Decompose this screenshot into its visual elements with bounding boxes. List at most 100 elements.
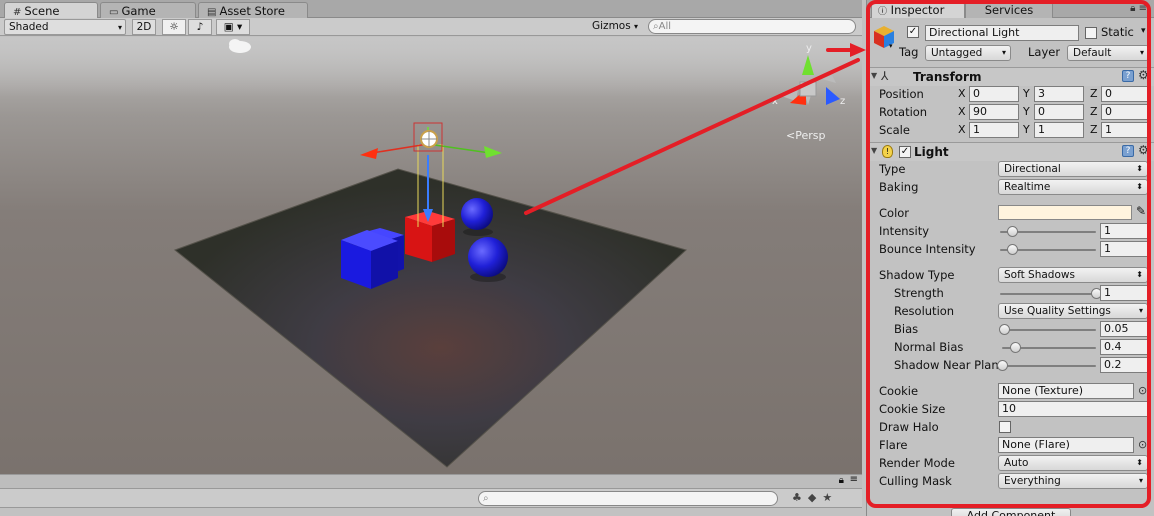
static-checkbox[interactable] — [1085, 27, 1097, 39]
culling-mask-dropdown[interactable]: Everything ▾ — [998, 473, 1148, 489]
help-icon[interactable]: ? — [1122, 70, 1134, 82]
z-value-field[interactable]: 0 — [1101, 86, 1151, 102]
normal-bias-field[interactable]: 0.4 — [1100, 339, 1150, 355]
type-dropdown[interactable]: Directional ⬍ — [998, 161, 1148, 177]
blue-cube-front[interactable] — [341, 230, 398, 289]
transform-header[interactable]: ▼ ⅄ Transform ? ⚙ — [867, 67, 1154, 86]
static-dropdown-arrow-icon[interactable]: ▾ — [1141, 26, 1146, 36]
effects-dropdown[interactable]: ▣ ▾ — [216, 19, 250, 35]
near-plane-slider-track[interactable] — [1002, 365, 1096, 367]
baking-dropdown[interactable]: Realtime ⬍ — [998, 179, 1148, 195]
icon-dropdown-arrow[interactable]: ▾ — [889, 42, 893, 50]
object-active-checkbox[interactable]: ✓ — [907, 26, 919, 38]
scene-search-input[interactable]: ⌕All — [648, 19, 856, 34]
z-value-field[interactable]: 0 — [1101, 104, 1151, 120]
dropdown-arrow-icon: ▾ — [117, 23, 122, 32]
x-value-field[interactable]: 90 — [969, 104, 1019, 120]
2d-toggle-button[interactable]: 2D — [132, 19, 156, 35]
favorite-icon[interactable]: ★ — [822, 491, 838, 504]
light-enabled-checkbox[interactable]: ✓ — [899, 146, 911, 158]
x-value-field[interactable]: 1 — [969, 122, 1019, 138]
object-picker-icon[interactable]: ⊙ — [1138, 384, 1147, 397]
cookie-size-field[interactable]: 10 — [998, 401, 1150, 417]
bias-slider-track[interactable] — [1002, 329, 1096, 331]
axis-z-label: Z — [1090, 105, 1098, 118]
cookie-field[interactable]: None (Texture) — [998, 383, 1134, 399]
tag-dropdown[interactable]: Untagged ▾ — [925, 45, 1011, 61]
lock-icon[interactable]: 🔒︎ — [839, 475, 844, 486]
x-value-field[interactable]: 0 — [969, 86, 1019, 102]
gizmos-dropdown[interactable]: Gizmos ▾ — [588, 19, 644, 35]
gear-icon[interactable]: ⚙ — [1138, 68, 1149, 82]
strength-slider-track[interactable] — [1000, 293, 1096, 295]
orientation-gizmo[interactable]: y x z — [772, 43, 845, 107]
light-header[interactable]: ▼ ! ✓ Light ? ⚙ — [867, 142, 1154, 161]
filter-label-icon[interactable]: ◆ — [808, 491, 822, 504]
z-value-field[interactable]: 1 — [1101, 122, 1151, 138]
menu-icon[interactable]: ≡ — [850, 474, 858, 485]
help-icon[interactable]: ? — [1122, 145, 1134, 157]
flare-field[interactable]: None (Flare) — [998, 437, 1134, 453]
lock-icon[interactable]: 🔒︎ ≡ — [1130, 3, 1147, 14]
resolution-dropdown[interactable]: Use Quality Settings ▾ — [998, 303, 1148, 319]
bias-field[interactable]: 0.05 — [1100, 321, 1150, 337]
shadow-near-plane-label: Shadow Near Plane — [894, 358, 998, 372]
dropdown-arrow-icon: ▾ — [1001, 48, 1006, 57]
transform-title: Transform — [913, 70, 982, 84]
tab-inspector[interactable]: ⓘ Inspector — [871, 2, 965, 18]
normal-bias-slider-knob[interactable] — [1009, 342, 1021, 353]
blue-sphere-back[interactable] — [461, 198, 493, 230]
dropdown-arrow-icon: ⬍ — [1136, 164, 1143, 173]
inspector-tabbar: ⓘ Inspector Services 🔒︎ ≡ — [867, 0, 1154, 18]
tab-asset-store[interactable]: ▤ Asset Store — [198, 2, 308, 18]
lighting-toggle-button[interactable]: ☼ — [162, 19, 186, 35]
axis-label-y: y — [806, 43, 812, 54]
object-picker-icon[interactable]: ⊙ — [1138, 438, 1147, 451]
bounce-intensity-row: Bounce Intensity 1 — [867, 241, 1154, 259]
bounce-intensity-field[interactable]: 1 — [1100, 241, 1150, 257]
flare-label: Flare — [879, 438, 908, 452]
y-value-field[interactable]: 3 — [1034, 86, 1084, 102]
game-icon: ▭ — [109, 7, 119, 18]
gameobject-cube-icon — [874, 26, 894, 48]
render-mode-dropdown[interactable]: Auto ⬍ — [998, 455, 1148, 471]
audio-toggle-button[interactable]: ♪ — [188, 19, 212, 35]
project-filter-icons[interactable]: ♣◆★ — [792, 491, 838, 504]
color-swatch[interactable] — [998, 205, 1132, 220]
tab-game[interactable]: ▭ Game — [100, 2, 196, 18]
add-component-button[interactable]: Add Component — [951, 508, 1071, 516]
perspective-label[interactable]: <Persp — [786, 129, 825, 142]
dropdown-arrow-icon: ▾ — [1138, 306, 1143, 315]
culling-mask-row: Culling Mask Everything ▾ — [867, 473, 1154, 491]
y-value-field[interactable]: 0 — [1034, 104, 1084, 120]
object-name-field[interactable]: Directional Light — [925, 25, 1079, 41]
filter-type-icon[interactable]: ♣ — [792, 491, 808, 504]
grid-icon: # — [13, 7, 22, 18]
tab-services[interactable]: Services — [965, 2, 1053, 18]
layer-dropdown[interactable]: Default ▾ — [1067, 45, 1149, 61]
axis-z-label: Z — [1090, 87, 1098, 100]
red-cube[interactable] — [405, 211, 455, 262]
project-search-input[interactable]: ⌕ — [478, 491, 778, 506]
bounce-slider-knob[interactable] — [1007, 244, 1018, 255]
y-value-field[interactable]: 1 — [1034, 122, 1084, 138]
eyedropper-icon[interactable]: ✎ — [1136, 204, 1146, 218]
tab-scene[interactable]: # Scene — [4, 2, 98, 18]
bias-slider-knob[interactable] — [999, 324, 1011, 335]
intensity-slider-knob[interactable] — [1007, 226, 1018, 237]
blue-sphere-front[interactable] — [468, 237, 508, 277]
dropdown-arrow-icon: ⬍ — [1136, 458, 1143, 467]
scene-viewport[interactable]: y x z <Persp — [0, 37, 862, 474]
foldout-arrow-icon[interactable]: ▼ — [871, 146, 877, 155]
draw-halo-checkbox[interactable] — [999, 421, 1011, 433]
axis-x-label: X — [958, 123, 966, 136]
near-plane-field[interactable]: 0.2 — [1100, 357, 1150, 373]
near-plane-slider-knob[interactable] — [997, 360, 1008, 371]
shadow-type-dropdown[interactable]: Soft Shadows ⬍ — [998, 267, 1148, 283]
gear-icon[interactable]: ⚙ — [1138, 143, 1149, 157]
shading-mode-dropdown[interactable]: Shaded ▾ — [4, 19, 126, 35]
foldout-arrow-icon[interactable]: ▼ — [871, 71, 877, 80]
strength-field[interactable]: 1 — [1100, 285, 1150, 301]
intensity-field[interactable]: 1 — [1100, 223, 1150, 239]
intensity-label: Intensity — [879, 224, 930, 238]
